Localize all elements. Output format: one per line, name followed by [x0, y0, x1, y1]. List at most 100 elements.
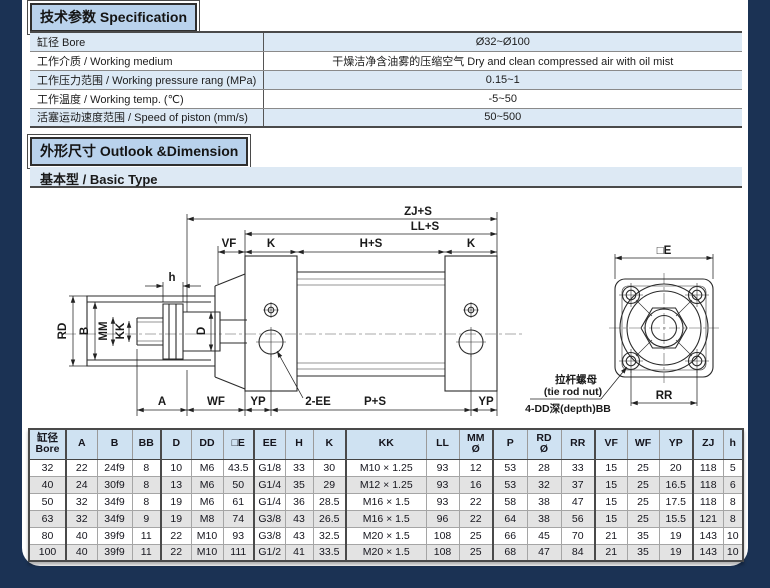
dim-label-rr: RR	[656, 390, 673, 402]
table-cell: G1/4	[254, 476, 285, 493]
table-cell: 40	[66, 544, 97, 561]
column-header: MM Ø	[459, 429, 493, 459]
table-cell: 35	[627, 527, 659, 544]
table-cell: 39f9	[97, 527, 132, 544]
table-cell: 28.5	[313, 493, 346, 510]
table-cell: 19	[659, 527, 693, 544]
table-cell: 93	[426, 493, 459, 510]
table-cell: M10	[191, 527, 223, 544]
table-cell: 61	[223, 493, 254, 510]
table-cell: 22	[161, 527, 191, 544]
dim-label-h: h	[168, 272, 175, 284]
table-cell: 43	[285, 527, 313, 544]
column-header: VF	[595, 429, 627, 459]
column-header: □E	[223, 429, 254, 459]
table-row: 缸径 BoreØ32~Ø100	[30, 32, 742, 51]
table-cell: G3/8	[254, 510, 285, 527]
column-header: H	[285, 429, 313, 459]
table-cell: 15.5	[659, 510, 693, 527]
table-row: 活塞运动速度范围 / Speed of piston (mm/s)50~500	[30, 108, 742, 127]
dimension-table: 缸径 BoreABBBDDD□EEEHKKKLLMM ØPRD ØRRVFWFY…	[28, 428, 744, 562]
table-cell: 66	[493, 527, 527, 544]
table-cell: 143	[693, 527, 723, 544]
table-cell: 53	[493, 476, 527, 493]
table-cell: 15	[595, 510, 627, 527]
table-cell: 32	[66, 493, 97, 510]
table-cell: 活塞运动速度范围 / Speed of piston (mm/s)	[30, 108, 263, 127]
table-cell: 47	[561, 493, 595, 510]
table-cell: 11	[132, 544, 161, 561]
column-header: 缸径 Bore	[29, 429, 66, 459]
table-cell: M10	[191, 544, 223, 561]
table-row: 工作压力范围 / Working pressure rang (MPa)0.15…	[30, 70, 742, 89]
table-cell: 16	[459, 476, 493, 493]
table-cell: -5~50	[263, 89, 742, 108]
column-header: DD	[191, 429, 223, 459]
table-cell: 32	[66, 510, 97, 527]
table-cell: M10 × 1.25	[346, 459, 426, 476]
table-cell: 32.5	[313, 527, 346, 544]
section-title-outline-dimension: 外形尺寸 Outlook &Dimension	[30, 137, 248, 166]
table-cell: 8	[723, 493, 743, 510]
table-row: 工作温度 / Working temp. (℃)-5~50	[30, 89, 742, 108]
table-cell: 22	[459, 510, 493, 527]
table-cell: 50~500	[263, 108, 742, 127]
side-view-outline	[87, 256, 497, 391]
column-header: LL	[426, 429, 459, 459]
table-cell: 35	[627, 544, 659, 561]
table-cell: 70	[561, 527, 595, 544]
dim-label-wf: WF	[207, 396, 225, 408]
dim-label-d: D	[196, 327, 208, 335]
dim-label-b: B	[79, 327, 91, 335]
table-cell: 68	[493, 544, 527, 561]
datasheet-card: 技术参数 Specification 缸径 BoreØ32~Ø100工作介质 /…	[22, 0, 748, 566]
header-row: 缸径 BoreABBBDDD□EEEHKKKLLMM ØPRD ØRRVFWFY…	[29, 429, 743, 459]
dim-label-ll-s: LL+S	[411, 221, 440, 233]
dimension-labels: ZJ+S LL+S VF K H+S K h RD B MM KK D A WF…	[57, 206, 673, 415]
table-cell: 118	[693, 493, 723, 510]
table-cell: 93	[426, 459, 459, 476]
column-header: B	[97, 429, 132, 459]
table-cell: 24	[66, 476, 97, 493]
table-cell: 74	[223, 510, 254, 527]
table-cell: 45	[527, 527, 561, 544]
table-cell: 50	[223, 476, 254, 493]
table-cell: 37	[561, 476, 595, 493]
dim-label-rd: RD	[57, 323, 69, 340]
table-cell: M16 × 1.5	[346, 510, 426, 527]
column-header: h	[723, 429, 743, 459]
column-header: WF	[627, 429, 659, 459]
table-cell: 121	[693, 510, 723, 527]
dim-label-k-right: K	[467, 238, 476, 250]
table-cell: 80	[29, 527, 66, 544]
table-cell: 32	[29, 459, 66, 476]
table-cell: 8	[132, 493, 161, 510]
table-cell: 9	[132, 510, 161, 527]
page: { "colors": { "page_bg": "#1b3254", "car…	[0, 0, 770, 588]
table-row: 工作介质 / Working medium干燥洁净含油雾的压缩空气 Dry an…	[30, 51, 742, 70]
table-cell: 16.5	[659, 476, 693, 493]
table-cell: 8	[723, 510, 743, 527]
table-cell: M16 × 1.5	[346, 493, 426, 510]
table-cell: 10	[161, 459, 191, 476]
table-cell: 38	[527, 493, 561, 510]
table-cell: 17.5	[659, 493, 693, 510]
column-header: RD Ø	[527, 429, 561, 459]
table-cell: 111	[223, 544, 254, 561]
table-cell: 0.15~1	[263, 70, 742, 89]
table-cell: 20	[659, 459, 693, 476]
dim-label-yp-left: YP	[250, 396, 266, 408]
table-cell: 15	[595, 476, 627, 493]
table-cell: 63	[29, 510, 66, 527]
table-cell: 143	[693, 544, 723, 561]
table-cell: M20 × 1.5	[346, 527, 426, 544]
table-cell: 8	[132, 476, 161, 493]
table-cell: 34f9	[97, 493, 132, 510]
table-cell: 5	[723, 459, 743, 476]
table-cell: 96	[426, 510, 459, 527]
table-cell: 工作温度 / Working temp. (℃)	[30, 89, 263, 108]
table-cell: 19	[161, 510, 191, 527]
table-cell: 38	[527, 510, 561, 527]
table-cell: 15	[595, 459, 627, 476]
dim-label-kk: KK	[115, 322, 127, 339]
